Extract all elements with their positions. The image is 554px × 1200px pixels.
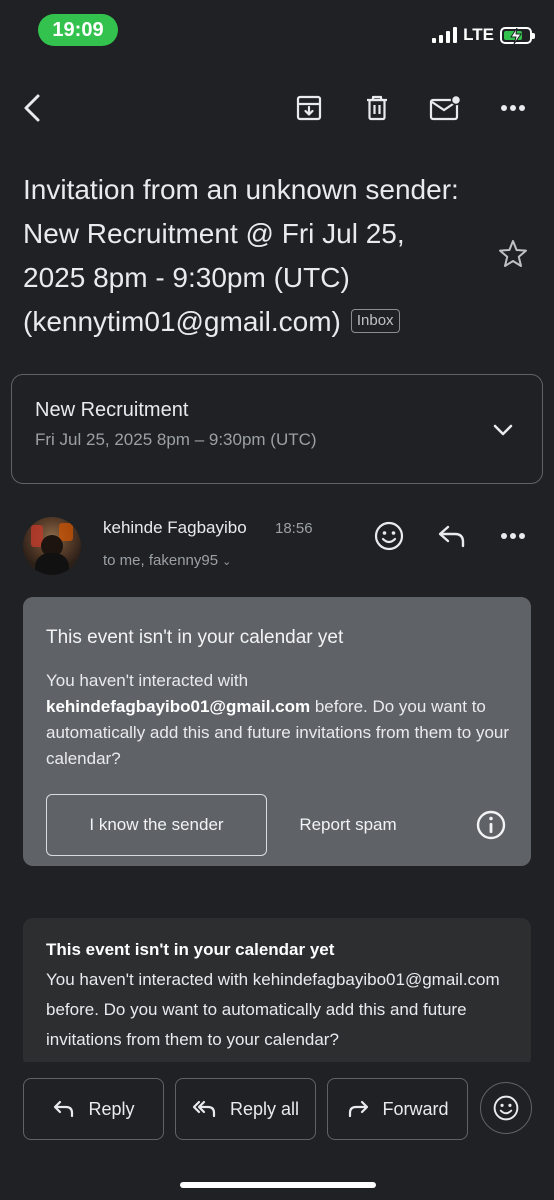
avatar[interactable] — [23, 517, 81, 575]
home-indicator[interactable] — [180, 1182, 376, 1188]
reply-icon[interactable] — [432, 516, 472, 556]
more-vert-icon[interactable] — [493, 516, 533, 556]
sender-name[interactable]: kehinde Fagbayibo — [103, 518, 247, 538]
forward-icon — [349, 1100, 369, 1118]
event-title: New Recruitment — [35, 399, 189, 421]
emoji-reaction-button[interactable] — [480, 1082, 532, 1134]
emoji-reaction-icon[interactable] — [369, 516, 409, 556]
back-arrow-icon[interactable] — [12, 88, 52, 128]
trash-icon[interactable] — [357, 88, 397, 128]
event-card[interactable]: New Recruitment Fri Jul 25, 2025 8pm – 9… — [11, 374, 543, 484]
status-indicators: LTE — [432, 24, 535, 46]
reply-all-icon — [192, 1100, 216, 1118]
calendar-notice: This event isn't in your calendar yet Yo… — [23, 597, 531, 866]
email-screen: 19:09 LTE Invitation from an unknown sen… — [0, 0, 554, 1200]
archive-icon[interactable] — [289, 88, 329, 128]
body-title: This event isn't in your calendar yet — [46, 940, 335, 959]
chevron-down-icon[interactable] — [488, 415, 518, 445]
notice-title: This event isn't in your calendar yet — [46, 627, 344, 648]
emoji-icon — [493, 1095, 519, 1121]
notice-sender-email: kehindefagbayibo01@gmail.com — [46, 697, 311, 716]
status-time: 19:09 — [38, 14, 118, 46]
inbox-label-chip[interactable]: Inbox — [350, 308, 400, 333]
network-label: LTE — [463, 25, 494, 44]
more-vert-icon[interactable] — [493, 88, 533, 128]
star-icon[interactable] — [497, 238, 531, 272]
reply-all-button[interactable]: Reply all — [175, 1078, 316, 1140]
notice-body-prefix: You haven't interacted with — [46, 671, 249, 690]
body-text: You haven't interacted with kehindefagba… — [46, 970, 500, 1049]
battery-icon — [500, 26, 535, 44]
recipients-text: to me, fakenny95 — [103, 552, 219, 569]
notice-body: You haven't interacted with kehindefagba… — [46, 668, 516, 772]
reply-label: Reply — [88, 1098, 135, 1119]
reply-icon — [54, 1100, 74, 1118]
email-subject: Invitation from an unknown sender: New R… — [23, 168, 473, 344]
chevron-down-icon: ⌄ — [222, 556, 232, 568]
forward-label: Forward — [382, 1098, 449, 1119]
reply-all-label: Reply all — [229, 1098, 300, 1119]
mark-unread-icon[interactable] — [425, 88, 465, 128]
event-time: Fri Jul 25, 2025 8pm – 9:30pm (UTC) — [35, 430, 317, 449]
signal-icon — [432, 27, 458, 43]
report-spam-button[interactable]: Report spam — [283, 794, 413, 856]
reply-button[interactable]: Reply — [23, 1078, 164, 1140]
recipients-toggle[interactable]: to me, fakenny95 ⌄ — [103, 552, 231, 569]
message-body: This event isn't in your calendar yet Yo… — [23, 918, 531, 1068]
know-sender-button[interactable]: I know the sender — [46, 794, 267, 856]
message-time: 18:56 — [275, 520, 313, 537]
info-icon[interactable] — [475, 809, 507, 841]
forward-button[interactable]: Forward — [327, 1078, 468, 1140]
